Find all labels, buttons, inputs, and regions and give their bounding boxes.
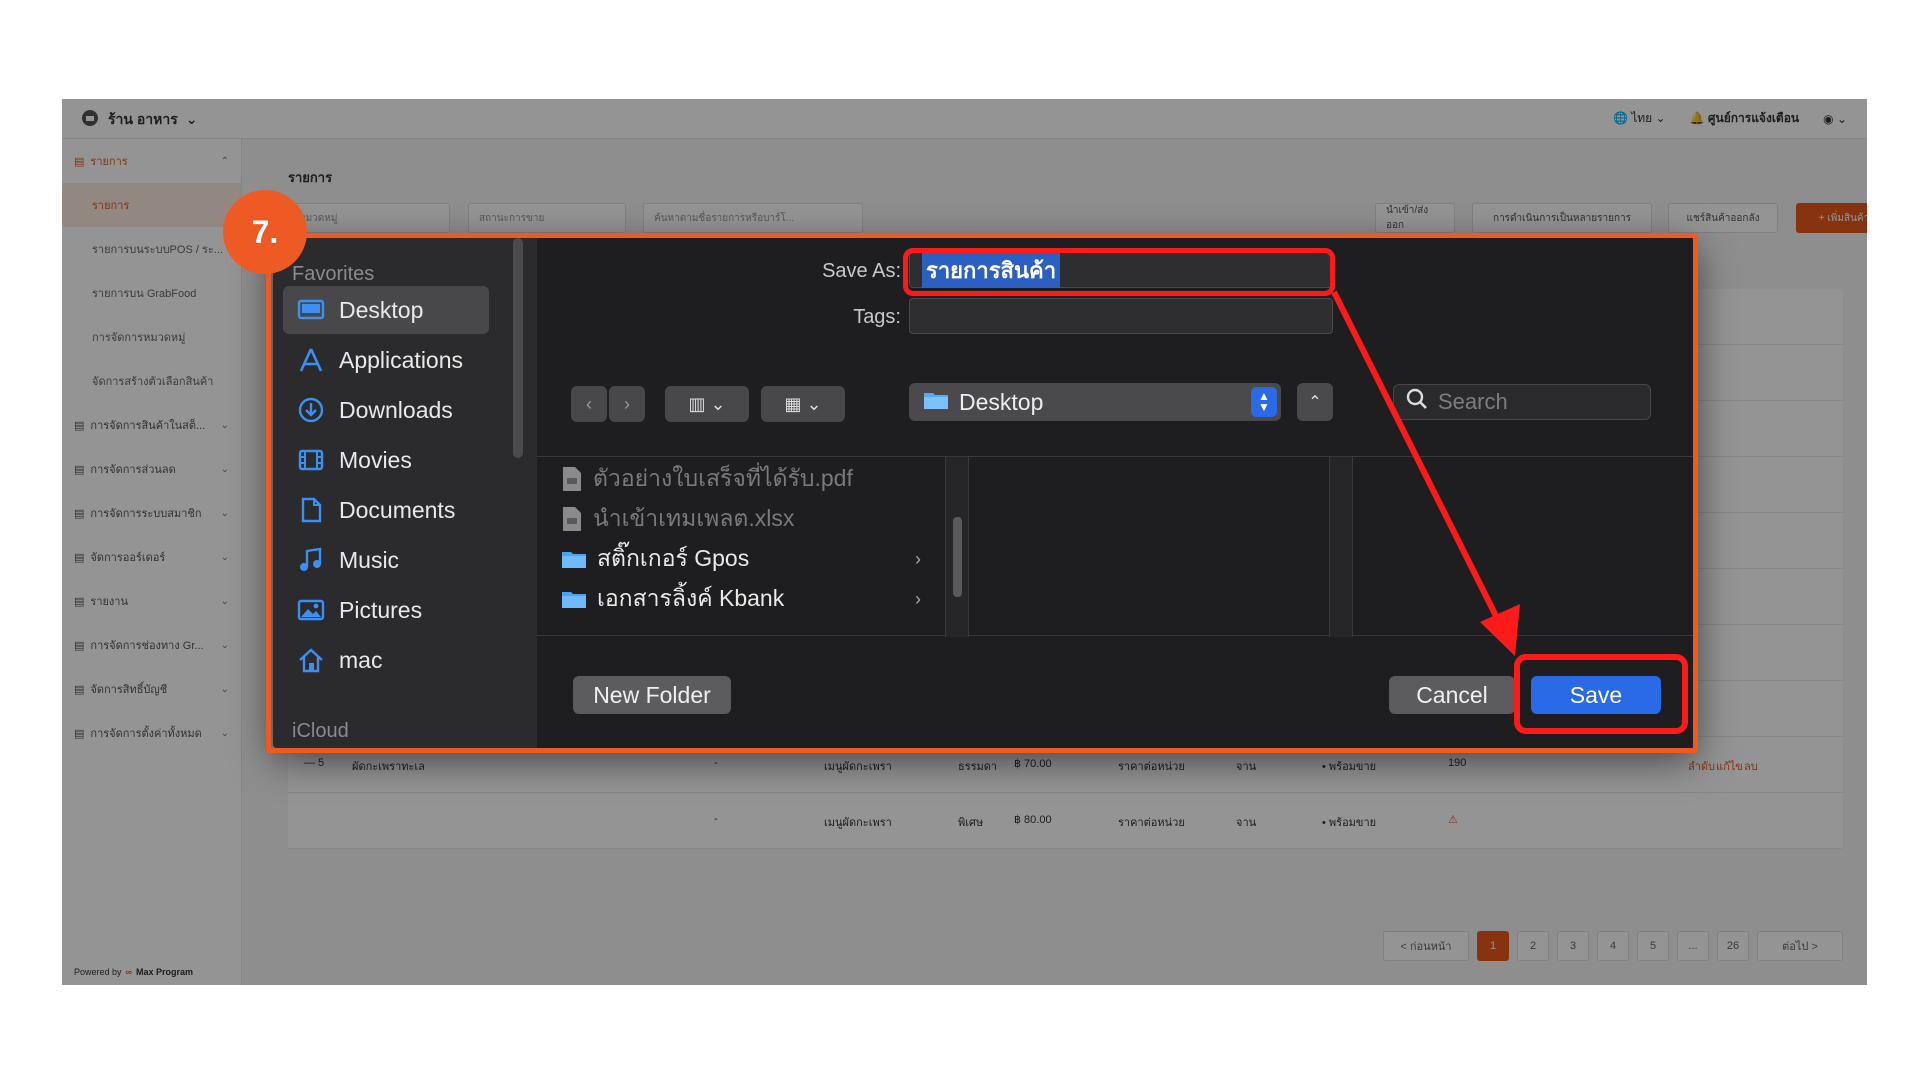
save-as-highlight bbox=[903, 248, 1335, 296]
save-button-highlight bbox=[1514, 654, 1688, 734]
screenshot-stage: ร้าน อาหาร ⌄ 🌐 ไทย ⌄ 🔔 ศูนย์การแจ้งเตือน… bbox=[0, 0, 1920, 1080]
step-number-badge: 7. bbox=[223, 190, 307, 274]
tutorial-highlight-frame bbox=[266, 233, 1698, 753]
